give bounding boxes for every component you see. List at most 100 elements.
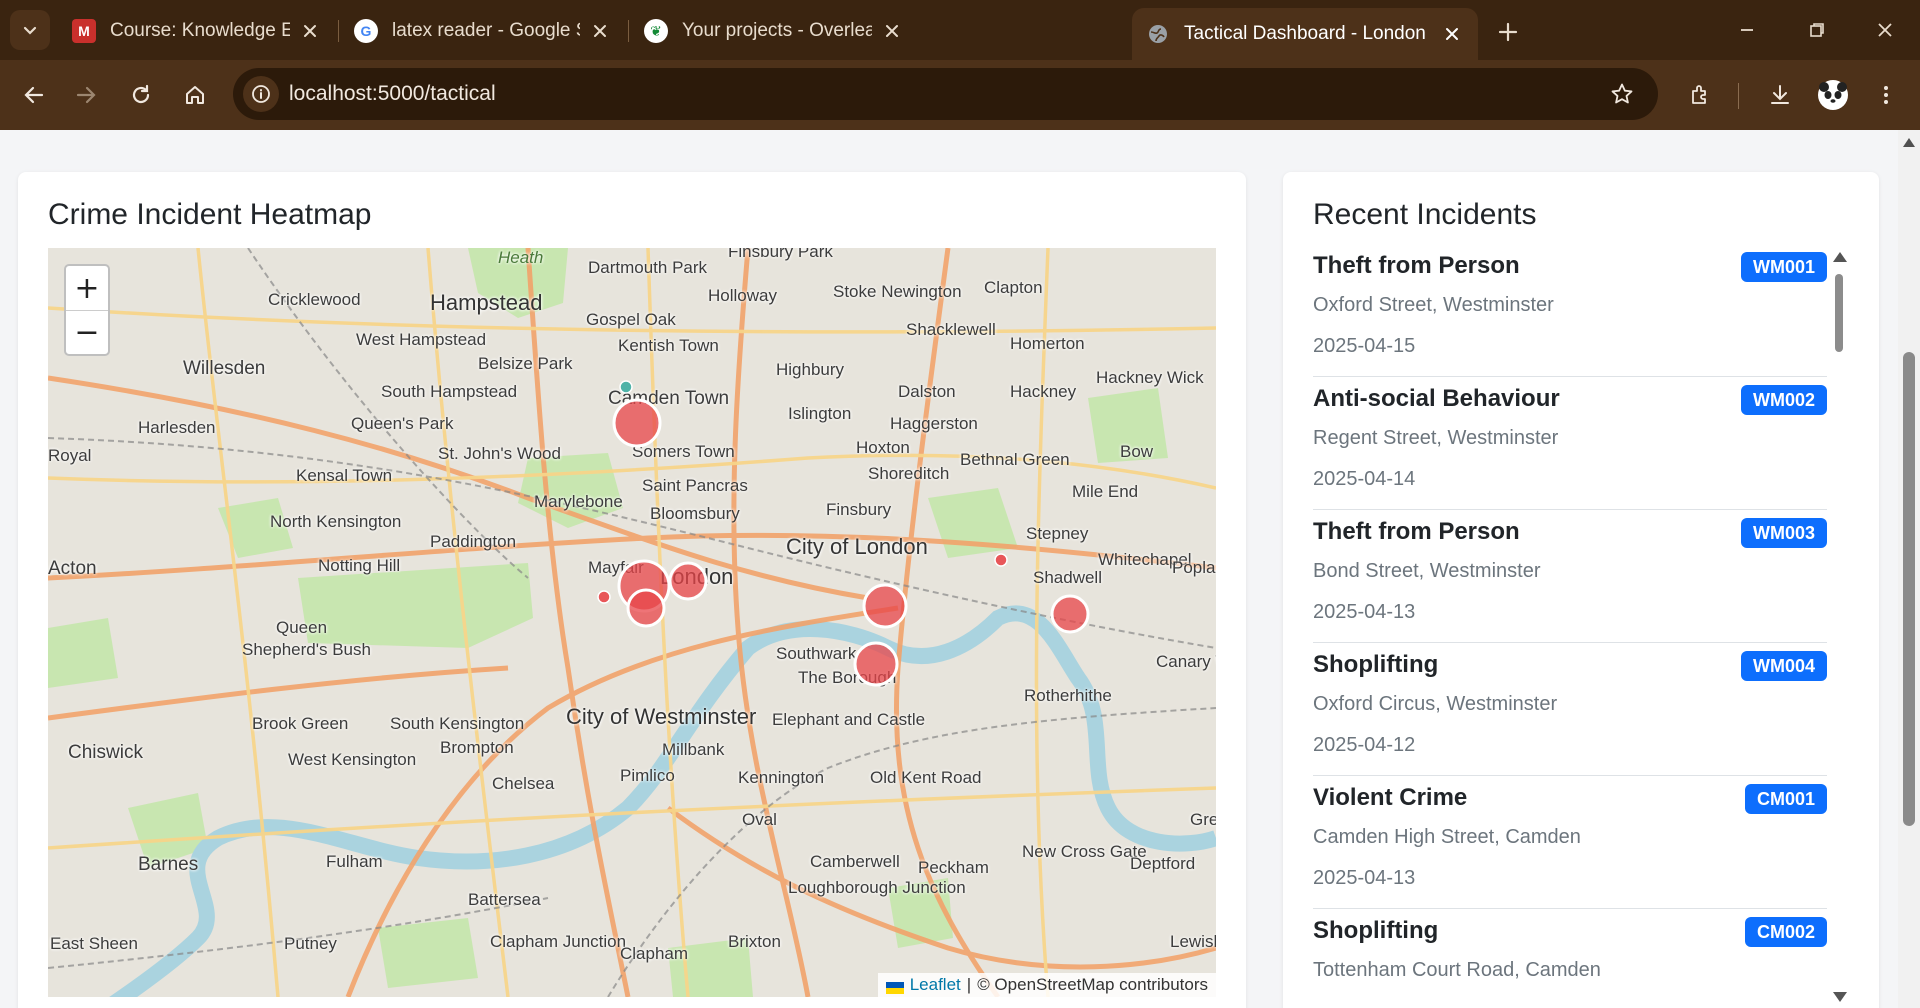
forward-button[interactable] (66, 75, 106, 115)
reload-button[interactable] (121, 75, 161, 115)
map-place-label: Putney (284, 934, 337, 953)
map-place-label: South Kensington (390, 714, 525, 733)
browser-tab-strip: M Course: Knowledge Extraction, I G late… (0, 0, 1920, 60)
map-place-label: Stepney (1026, 524, 1089, 543)
scroll-up-arrow-icon[interactable] (1833, 252, 1847, 262)
bookmark-star-button[interactable] (1608, 80, 1636, 108)
map-place-label: Peckham (918, 858, 989, 877)
map-place-label: Stoke Newington (833, 282, 962, 301)
crime-heatmap[interactable]: Heath Dartmouth Park Finsbury Park Crick… (48, 248, 1216, 997)
map-place-label: Bloomsbury (650, 504, 740, 523)
home-button[interactable] (175, 75, 215, 115)
map-place-label: Notting Hill (318, 556, 401, 575)
browser-toolbar: localhost:5000/tactical (0, 60, 1920, 130)
restore-icon (1810, 23, 1824, 37)
close-tab-icon[interactable] (298, 19, 322, 43)
map-place-label: Gospel Oak (586, 310, 676, 329)
site-info-button[interactable] (243, 76, 279, 112)
scrollbar-thumb[interactable] (1835, 274, 1843, 352)
scroll-down-arrow-icon[interactable] (1833, 992, 1847, 1002)
map-place-label: Acton (48, 558, 97, 579)
arrow-left-icon (24, 86, 44, 104)
map-place-label: Shadwell (1033, 568, 1102, 587)
incident-item[interactable]: Violent Crime CM001 Camden High Street, … (1313, 776, 1827, 909)
recent-incidents-title: Recent Incidents (1313, 198, 1537, 231)
map-place-label: Hampstead (430, 290, 543, 315)
plus-icon (1498, 22, 1518, 42)
scroll-up-arrow-icon[interactable] (1903, 138, 1915, 147)
map-place-label: London (660, 564, 734, 589)
tab-google-search[interactable]: G latex reader - Google Search (340, 8, 626, 54)
map-place-label: Deptford (1130, 854, 1196, 873)
zoom-out-button[interactable]: − (66, 310, 108, 354)
incident-location: Regent Street, Westminster (1313, 427, 1559, 449)
map-place-label: The Borough (798, 668, 897, 687)
incident-date: 2025-04-15 (1313, 335, 1416, 357)
map-place-label: Kentish Town (618, 336, 719, 355)
incident-id-badge: WM004 (1740, 651, 1827, 681)
map-place-label: Paddington (430, 532, 517, 551)
map-place-label: Battersea (468, 890, 541, 909)
page-scrollbar[interactable] (1898, 130, 1920, 1008)
incident-item[interactable]: Shoplifting CM002 Tottenham Court Road, … (1313, 909, 1827, 1004)
incident-item[interactable]: Anti-social Behaviour WM002 Regent Stree… (1313, 377, 1827, 510)
incident-type: Shoplifting (1313, 917, 1439, 944)
close-tab-icon[interactable] (588, 19, 612, 43)
map-place-label: Chelsea (492, 774, 555, 793)
incident-item[interactable]: Shoplifting WM004 Oxford Circus, Westmin… (1313, 643, 1827, 776)
arrow-right-icon (76, 86, 96, 104)
map-attribution: Leaflet | © OpenStreetMap contributors (877, 973, 1216, 997)
map-place-label: Poplar (1172, 558, 1216, 577)
zoom-control: + − (64, 264, 110, 356)
map-place-label: Shacklewell (906, 320, 996, 339)
map-place-label: Pimlico (620, 766, 675, 785)
new-tab-button[interactable] (1490, 14, 1526, 50)
incident-item[interactable]: Theft from Person WM001 Oxford Street, W… (1313, 244, 1827, 377)
incident-type: Shoplifting (1313, 651, 1439, 678)
map-place-label: Fulham (326, 852, 383, 871)
address-bar[interactable]: localhost:5000/tactical (233, 68, 1658, 120)
incident-list-scrollbar[interactable] (1831, 252, 1847, 1002)
panda-avatar-icon (1818, 80, 1848, 110)
osm-attribution[interactable]: © OpenStreetMap contributors (977, 975, 1208, 995)
tab-tactical-dashboard[interactable]: Tactical Dashboard - London Cr (1132, 8, 1478, 60)
map-place-label: Millbank (662, 740, 725, 759)
back-button[interactable] (14, 75, 54, 115)
tab-separator (338, 20, 339, 42)
leaflet-link[interactable]: Leaflet (910, 975, 961, 995)
incident-list[interactable]: Theft from Person WM001 Oxford Street, W… (1313, 244, 1827, 1004)
reload-icon (132, 84, 150, 104)
map-place-label: Clapton (984, 278, 1043, 297)
map-place-label: Royal (48, 446, 92, 465)
map-place-label: Camberwell (810, 852, 900, 871)
tab-search-button[interactable] (10, 10, 50, 50)
restore-button[interactable] (1792, 10, 1842, 50)
profile-avatar[interactable] (1813, 75, 1853, 115)
tab-moodle-course[interactable]: M Course: Knowledge Extraction, I (58, 8, 336, 54)
recent-incidents-card: Recent Incidents Theft from Person WM001… (1283, 172, 1879, 1008)
close-tab-icon[interactable] (880, 19, 904, 43)
minimize-button[interactable] (1722, 10, 1772, 50)
tab-overleaf[interactable]: ❦ Your projects - Overleaf, Online (630, 8, 918, 54)
map-place-label: Willesden (183, 358, 266, 379)
close-tab-icon[interactable] (1440, 22, 1464, 46)
scrollbar-thumb[interactable] (1903, 352, 1915, 826)
map-place-label: South Hampstead (381, 382, 518, 401)
map-place-label: Highbury (776, 360, 845, 379)
extensions-button[interactable] (1680, 75, 1720, 115)
incident-item[interactable]: Theft from Person WM003 Bond Street, Wes… (1313, 510, 1827, 643)
close-window-button[interactable] (1860, 10, 1910, 50)
attribution-separator: | (966, 975, 972, 994)
map-place-label: St. John's Wood (438, 444, 561, 463)
incident-location: Camden High Street, Camden (1313, 826, 1581, 848)
overleaf-icon: ❦ (644, 19, 668, 43)
downloads-button[interactable] (1760, 75, 1800, 115)
map-place-label: Hackney (1010, 382, 1077, 401)
zoom-in-button[interactable]: + (66, 266, 108, 310)
url-text[interactable]: localhost:5000/tactical (289, 82, 496, 106)
map-place-label: Hoxton (856, 438, 910, 457)
map-place-label: North Kensington (270, 512, 402, 531)
map-place-label: Oval (742, 810, 777, 829)
browser-menu-button[interactable] (1866, 75, 1906, 115)
map-place-label: City of Westminster (566, 704, 757, 729)
